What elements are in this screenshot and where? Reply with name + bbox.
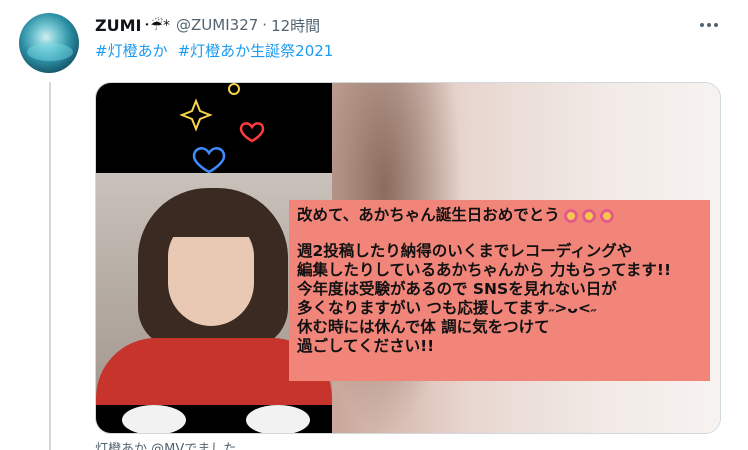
tweet-header: ZUMI ･☔* @ZUMI327 · 12時間	[95, 14, 320, 36]
flower-icon	[563, 208, 578, 223]
heart-icon	[239, 122, 265, 143]
message-line: 過ごしてください!!	[297, 337, 435, 355]
more-horizontal-icon	[707, 23, 711, 27]
candle-right	[246, 405, 310, 433]
message-line: 週2投稿したり納得のいくまでレコーディングや	[297, 242, 633, 260]
flower-icon	[599, 208, 614, 223]
hashtag-list: #灯橙あか #灯橙あか生誕祭2021	[95, 40, 333, 61]
portrait-bangs	[158, 201, 268, 237]
user-handle[interactable]: @ZUMI327	[176, 16, 258, 34]
flower-icon	[581, 208, 596, 223]
message-line: 改めて、あかちゃん誕生日おめでとう	[297, 206, 702, 225]
separator-dot: ·	[262, 16, 268, 34]
timestamp[interactable]: 12時間	[271, 15, 320, 36]
thread-line	[49, 82, 51, 450]
message-line: 今年度は受験があるので SNSを見れない日が	[297, 280, 617, 298]
message-line: 多くなりますがい つも応援してます˶>ᴗ<˶	[297, 299, 597, 317]
more-horizontal-icon	[700, 23, 704, 27]
ring-icon	[228, 83, 240, 95]
decoration-panel	[96, 83, 332, 174]
heart-icon	[192, 147, 226, 174]
birthday-message-box: 改めて、あかちゃん誕生日おめでとう 週2投稿したり納得のいくまでレコーディングや…	[289, 200, 710, 381]
avatar[interactable]	[19, 13, 79, 73]
display-name[interactable]: ZUMI	[95, 16, 141, 35]
next-tweet-preview[interactable]: 灯橙あか @MVでました	[95, 438, 236, 450]
hashtag-link[interactable]: #灯橙あか	[95, 40, 168, 61]
more-options-button[interactable]	[694, 14, 724, 36]
name-emoji: ･☔*	[143, 18, 171, 34]
message-line: 編集したりしているあかちゃんから 力もらってます!!	[297, 261, 672, 279]
more-horizontal-icon	[714, 23, 718, 27]
sparkle-icon	[179, 98, 213, 132]
message-line: 休む時には休んで体 調に気をつけて	[297, 318, 550, 336]
candle-left	[122, 405, 186, 433]
hashtag-link[interactable]: #灯橙あか生誕祭2021	[178, 40, 334, 61]
neon-decorations	[179, 83, 265, 174]
tweet-media-image[interactable]: 改めて、あかちゃん誕生日おめでとう 週2投稿したり納得のいくまでレコーディングや…	[95, 82, 721, 434]
